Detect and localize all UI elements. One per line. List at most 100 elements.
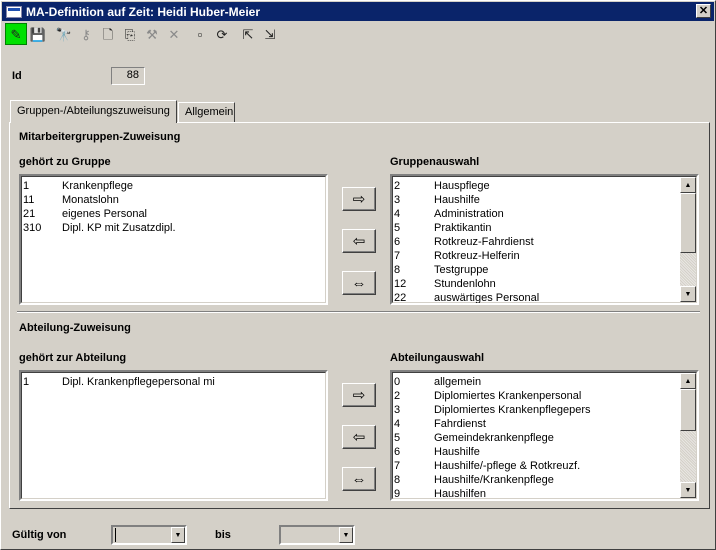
tools-icon[interactable]: ⚒ [141,23,163,45]
item-id: 2 [394,180,401,192]
item-name: Hauspflege [434,180,490,192]
item-name: Diplomiertes Krankenpersonal [434,390,582,402]
chevron-down-icon[interactable]: ▼ [339,527,353,543]
list-item[interactable]: 310 Dipl. KP mit Zusatzdipl. [22,221,325,235]
list-item[interactable]: 11 Monatslohn [22,193,325,207]
list-item[interactable]: 9 Haushilfen [393,487,696,500]
item-id: 9 [394,488,401,500]
item-id: 0 [394,376,401,388]
list-item[interactable]: 1 Krankenpflege [22,179,325,193]
list-item[interactable]: 8 Testgruppe [393,263,696,277]
assigned-departments-list[interactable]: 1 Dipl. Krankenpflegepersonal mi [19,370,328,501]
item-name: Monatslohn [62,194,119,206]
list-item[interactable]: 5 Gemeindekrankenpflege [393,431,696,445]
item-name: Administration [434,208,504,220]
scroll-thumb[interactable] [680,389,696,431]
item-name: auswärtiges Personal [434,292,540,304]
item-id: 5 [394,222,401,234]
item-name: Testgruppe [434,264,489,276]
list-item[interactable]: 6 Haushilfe [393,445,696,459]
item-name: Praktikantin [434,222,492,234]
list-item[interactable]: 4 Fahrdienst [393,417,696,431]
toolbar: ✎ 💾 🔭 ⚷ 🗋 ⎘ ⚒ ✕ ▫ ⟳ ⇱ ⇲ [5,23,281,45]
close-button[interactable]: ✕ [696,4,711,18]
refresh-icon[interactable]: ⟳ [211,23,233,45]
swap-department-button[interactable]: ⇔ [342,467,376,491]
item-name: Rotkreuz-Fahrdienst [434,236,534,248]
tab-allgemein[interactable]: Allgemein [178,102,235,122]
assigned-groups-list[interactable]: 1 Krankenpflege 11 Monatslohn 21 eigenes Pers… [19,174,328,305]
list-item[interactable]: 3 Diplomiertes Krankenpflegepers [393,403,696,417]
pencil-icon[interactable]: ✎ [5,23,27,45]
item-id: 3 [394,194,401,206]
valid-to-combo[interactable]: ▼ [279,525,355,545]
item-id: 6 [394,446,401,458]
item-id: 4 [394,208,401,220]
key-icon[interactable]: ⚷ [75,23,97,45]
remove-department-button[interactable]: ⇦ [342,425,376,449]
item-name: Haushilfe/-pflege & Rotkreuzf. [434,460,581,472]
list-item[interactable]: 5 Praktikantin [393,221,696,235]
fit-icon[interactable]: ⇲ [259,23,281,45]
group-section-title: Mitarbeitergruppen-Zuweisung [19,131,181,143]
window-title: MA-Definition auf Zeit: Heidi Huber-Meie… [26,4,260,19]
assigned-department-label: gehört zur Abteilung [19,352,127,364]
item-name: Dipl. KP mit Zusatzdipl. [62,222,176,234]
chevron-down-icon[interactable]: ▼ [171,527,185,543]
title-bar[interactable]: MA-Definition auf Zeit: Heidi Huber-Meie… [2,2,714,21]
id-label: Id [12,70,22,82]
scroll-up-icon[interactable]: ▲ [680,177,696,193]
app-icon [6,5,22,18]
copy-icon[interactable]: ⎘ [119,23,141,45]
list-item[interactable]: 3 Haushilfe [393,193,696,207]
id-field: 88 [111,67,145,85]
list-item[interactable]: 8 Haushilfe/Krankenpflege [393,473,696,487]
item-id: 6 [394,236,401,248]
item-id: 4 [394,418,401,430]
item-id: 7 [394,250,401,262]
list-item[interactable]: 21 eigenes Personal [22,207,325,221]
assigned-groups-label: gehört zu Gruppe [19,156,111,168]
groups-scrollbar[interactable]: ▲ ▼ [680,177,696,302]
delete-icon[interactable]: ✕ [163,23,185,45]
list-item[interactable]: 0 allgemein [393,375,696,389]
item-id: 3 [394,404,401,416]
item-id: 5 [394,432,401,444]
item-name: Haushilfe [434,194,480,206]
available-groups-list[interactable]: 2 Hauspflege 3 Haushilfe 4 Administration 5 Pra… [390,174,699,305]
window-icon[interactable]: ▫ [189,23,211,45]
list-item[interactable]: 12 Stundenlohn [393,277,696,291]
binoculars-icon[interactable]: 🔭 [53,23,75,45]
list-item[interactable]: 4 Administration [393,207,696,221]
expand-icon[interactable]: ⇱ [237,23,259,45]
item-id: 310 [23,222,42,234]
save-icon[interactable]: 💾 [27,23,49,45]
item-id: 8 [394,264,401,276]
list-item[interactable]: 22 auswärtiges Personal [393,291,696,304]
item-name: Haushilfe/Krankenpflege [434,474,554,486]
list-item[interactable]: 6 Rotkreuz-Fahrdienst [393,235,696,249]
item-id: 8 [394,474,401,486]
new-document-icon[interactable]: 🗋 [97,23,119,45]
scroll-up-icon[interactable]: ▲ [680,373,696,389]
section-divider [17,311,700,313]
swap-group-button[interactable]: ⇔ [342,271,376,295]
scroll-down-icon[interactable]: ▼ [680,482,696,498]
item-id: 7 [394,460,401,472]
scroll-down-icon[interactable]: ▼ [680,286,696,302]
add-group-button[interactable]: ⇨ [342,187,376,211]
departments-scrollbar[interactable]: ▲ ▼ [680,373,696,498]
scroll-thumb[interactable] [680,193,696,253]
valid-from-combo[interactable]: ▼ [111,525,187,545]
list-item[interactable]: 2 Diplomiertes Krankenpersonal [393,389,696,403]
item-name: Haushilfe [434,446,480,458]
list-item[interactable]: 2 Hauspflege [393,179,696,193]
tab-gruppen-abteilungszuweisung[interactable]: Gruppen-/Abteilungszuweisung [10,100,177,123]
valid-from-label: Gültig von [12,529,67,541]
add-department-button[interactable]: ⇨ [342,383,376,407]
available-departments-list[interactable]: 0 allgemein 2 Diplomiertes Krankenpersonal 3… [390,370,699,501]
list-item[interactable]: 1 Dipl. Krankenpflegepersonal mi [22,375,325,389]
list-item[interactable]: 7 Haushilfe/-pflege & Rotkreuzf. [393,459,696,473]
list-item[interactable]: 7 Rotkreuz-Helferin [393,249,696,263]
remove-group-button[interactable]: ⇦ [342,229,376,253]
